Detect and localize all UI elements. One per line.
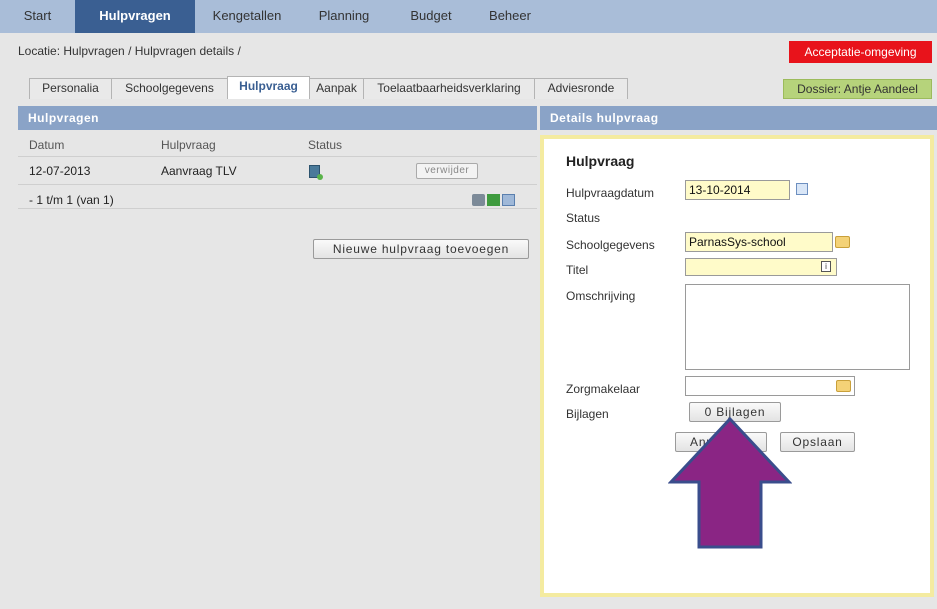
print-icon[interactable]	[472, 194, 485, 206]
hulpvragen-panel-title: Hulpvragen	[18, 106, 537, 130]
hulpvragen-list: Datum Hulpvraag Status 12-07-2013 Aanvra…	[18, 133, 537, 209]
tab-toelaatbaarheidsverklaring[interactable]: Toelaatbaarheidsverklaring	[363, 78, 535, 99]
nav-beheer[interactable]: Beheer	[473, 0, 547, 33]
table-icon[interactable]	[502, 194, 515, 206]
up-arrow-icon	[668, 416, 792, 549]
tab-personalia[interactable]: Personalia	[29, 78, 112, 99]
label-zorgmakelaar: Zorgmakelaar	[566, 382, 641, 396]
titel-field[interactable]	[685, 258, 837, 276]
label-status: Status	[566, 211, 601, 225]
document-status-icon	[309, 165, 323, 180]
tab-bar: Personalia Schoolgegevens Hulpvraag Aanp…	[29, 76, 628, 99]
calendar-icon[interactable]	[796, 183, 808, 195]
hulpvraagdatum-field[interactable]: 13-10-2014	[685, 180, 790, 200]
schoolgegevens-field[interactable]: ParnasSys-school	[685, 232, 833, 252]
omschrijving-textarea[interactable]	[685, 284, 910, 370]
lookup-icon[interactable]	[836, 380, 851, 392]
tab-hulpvraag[interactable]: Hulpvraag	[227, 76, 310, 99]
pager-text: - 1 t/m 1 (van 1)	[29, 193, 114, 207]
label-titel: Titel	[566, 263, 589, 277]
tab-schoolgegevens[interactable]: Schoolgegevens	[111, 78, 228, 99]
nav-planning[interactable]: Planning	[299, 0, 389, 33]
row-hulpvraag: Aanvraag TLV	[161, 164, 237, 178]
column-header-hulpvraag[interactable]: Hulpvraag	[161, 133, 216, 157]
nav-start[interactable]: Start	[0, 0, 75, 33]
delete-button[interactable]: verwijder	[416, 163, 478, 179]
column-header-datum[interactable]: Datum	[29, 133, 64, 157]
nav-hulpvragen[interactable]: Hulpvragen	[75, 0, 195, 33]
environment-badge: Acceptatie-omgeving	[789, 41, 932, 63]
nav-budget[interactable]: Budget	[389, 0, 473, 33]
column-header-status[interactable]: Status	[308, 133, 342, 157]
pager-row: - 1 t/m 1 (van 1)	[18, 185, 537, 209]
tab-aanpak[interactable]: Aanpak	[309, 78, 364, 99]
dossier-badge: Dossier: Antje Aandeel	[783, 79, 932, 99]
zorgmakelaar-field[interactable]	[685, 376, 855, 396]
export-tools	[472, 194, 515, 206]
label-bijlagen: Bijlagen	[566, 407, 609, 421]
excel-icon[interactable]	[487, 194, 500, 206]
row-datum: 12-07-2013	[29, 164, 91, 178]
lookup-icon[interactable]	[835, 236, 850, 248]
list-header: Datum Hulpvraag Status	[18, 133, 537, 157]
nav-kengetallen[interactable]: Kengetallen	[195, 0, 299, 33]
label-schoolgegevens: Schoolgegevens	[566, 238, 655, 252]
info-icon[interactable]: i	[821, 261, 831, 272]
breadcrumb: Locatie: Hulpvragen / Hulpvragen details…	[18, 44, 241, 58]
table-row[interactable]: 12-07-2013 Aanvraag TLV verwijder	[18, 157, 537, 185]
form-title: Hulpvraag	[566, 153, 635, 169]
details-panel-title: Details hulpvraag	[540, 106, 937, 130]
tab-adviesronde[interactable]: Adviesronde	[534, 78, 628, 99]
add-hulpvraag-button[interactable]: Nieuwe hulpvraag toevoegen	[313, 239, 529, 259]
label-hulpvraagdatum: Hulpvraagdatum	[566, 186, 655, 200]
label-omschrijving: Omschrijving	[566, 289, 636, 303]
top-navigation: Start Hulpvragen Kengetallen Planning Bu…	[0, 0, 937, 33]
